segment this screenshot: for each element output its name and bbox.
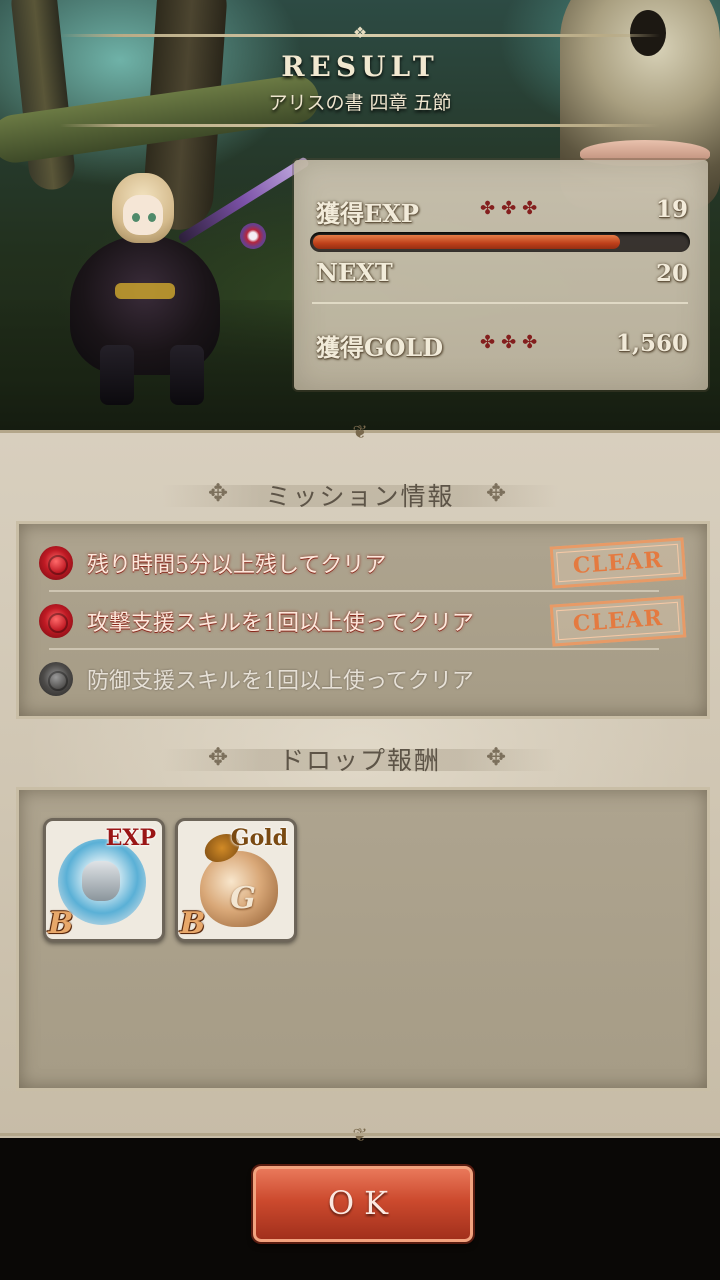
mission-item: 防御支援スキルを1回以上使ってクリア [19, 650, 707, 706]
chapter-subtitle: アリスの書 四章 五節 [268, 92, 452, 114]
rose-uncleared-icon [39, 662, 73, 696]
character-belt [115, 283, 175, 299]
reward-item-exp[interactable]: EXP B [43, 818, 165, 942]
reward-tag: EXP [105, 825, 156, 851]
stats-panel: 獲得EXP ✤✤✤ 19 NEXT 20 獲得GOLD ✤✤✤ 1,560 [294, 160, 708, 390]
parchment-bottom-edge [0, 1133, 720, 1136]
reward-rank: B [48, 906, 74, 941]
title-frame-line [60, 124, 660, 127]
mission-section-title: ミッション情報 [265, 482, 455, 511]
coin-g-icon: G [230, 881, 256, 916]
rose-cleared-icon [39, 546, 73, 580]
stats-divider [312, 302, 688, 304]
spear-ornament [240, 223, 266, 249]
next-value: 20 [655, 260, 688, 287]
ok-button[interactable]: OK [253, 1166, 473, 1242]
title-ornament-icon: ❖ [352, 23, 368, 42]
result-parchment-panel: ❦ ✥ ミッション情報 ✥ 残り時間5分以上残してクリア CLEAR 攻撃支援ス… [0, 424, 720, 1145]
mission-text: 防御支援スキルを1回以上使ってクリア [87, 669, 474, 694]
mission-list: 残り時間5分以上残してクリア CLEAR 攻撃支援スキルを1回以上使ってクリア … [16, 521, 710, 719]
mission-item: 残り時間5分以上残してクリア CLEAR [19, 534, 707, 590]
gold-value: 1,560 [615, 330, 688, 357]
next-label: NEXT [316, 258, 393, 287]
reward-tag: Gold [230, 825, 288, 851]
player-character [60, 156, 330, 405]
character-face [123, 195, 163, 235]
result-title: RESULT [281, 50, 439, 83]
exp-value: 19 [655, 196, 688, 223]
cross-ornament-icon: ✥ [486, 479, 507, 507]
divider-ornament-icon: ❦ [333, 1127, 387, 1145]
divider-ornament-icon: ❦ [352, 422, 368, 443]
mission-item: 攻撃支援スキルを1回以上使ってクリア CLEAR [19, 592, 707, 648]
clear-stamp-badge: CLEAR [549, 595, 687, 647]
battle-scene-background: ❖ RESULT アリスの書 四章 五節 獲得EXP ✤✤✤ 19 NEXT 2… [0, 0, 720, 430]
exp-progress-bar [310, 232, 690, 252]
rose-cleared-icon [39, 604, 73, 638]
cross-ornament-icon: ✥ [486, 743, 507, 771]
character-leg [100, 345, 134, 405]
drop-reward-list: EXP B G Gold B [16, 787, 710, 1091]
ornament-crosses-icon: ✤✤✤ [480, 332, 544, 353]
gold-label: 獲得GOLD [316, 333, 444, 362]
character-leg [170, 345, 204, 405]
mission-text: 残り時間5分以上残してクリア [87, 553, 387, 578]
drop-section-title: ドロップ報酬 [278, 746, 441, 775]
character-eye [132, 213, 140, 222]
clear-stamp-badge: CLEAR [549, 537, 687, 589]
exp-label: 獲得EXP [316, 199, 419, 228]
character-eye [148, 213, 156, 222]
reward-item-gold[interactable]: G Gold B [175, 818, 297, 942]
exp-progress-fill [313, 235, 620, 249]
ornament-crosses-icon: ✤✤✤ [480, 198, 544, 219]
reward-rank: B [180, 906, 206, 941]
mission-text: 攻撃支援スキルを1回以上使ってクリア [87, 611, 474, 636]
